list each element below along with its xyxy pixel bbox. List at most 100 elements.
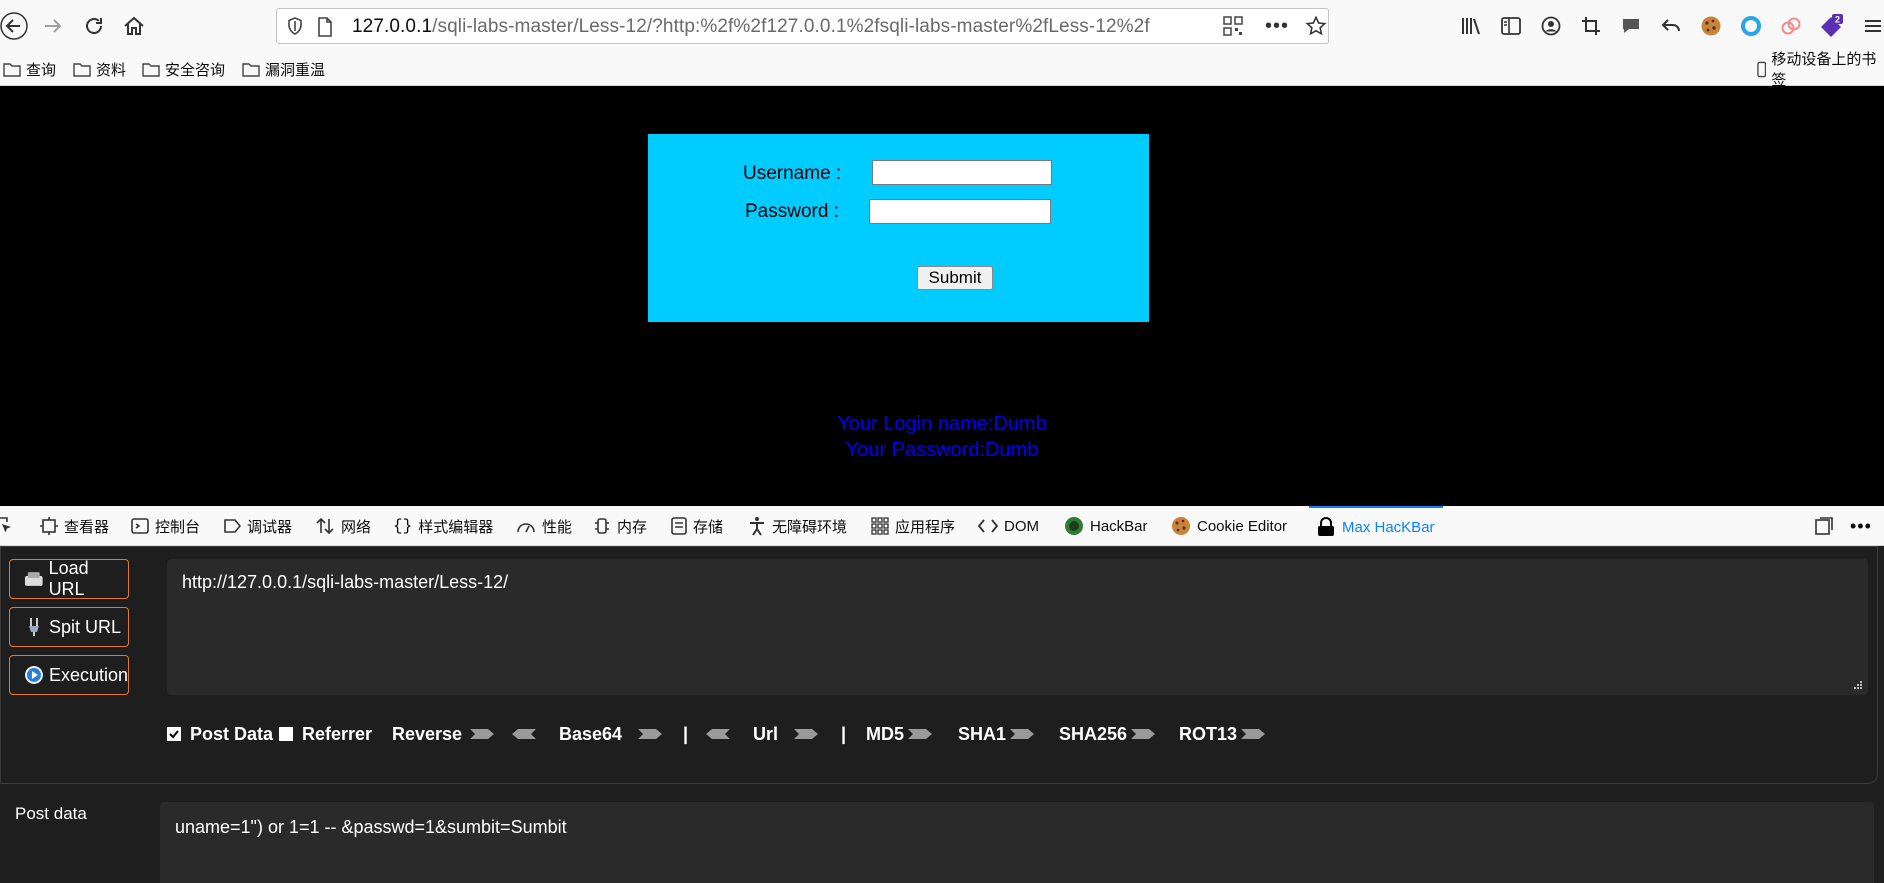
cookie-icon[interactable] <box>1697 12 1725 40</box>
undo-icon[interactable] <box>1657 12 1685 40</box>
url-label: Url <box>753 723 779 744</box>
library-icon[interactable] <box>1458 12 1486 40</box>
devtools-more-icon[interactable]: ••• <box>1850 506 1872 546</box>
picker-icon <box>0 517 11 533</box>
password-input[interactable] <box>869 199 1051 224</box>
forward-arrow-icon <box>45 19 62 33</box>
url-decode-option[interactable] <box>704 723 732 745</box>
checkmark-icon <box>169 730 179 739</box>
tab-network[interactable]: 网络 <box>315 506 371 546</box>
bookmark-folder-query[interactable]: 查询 <box>3 58 56 80</box>
base64-decode-option[interactable] <box>510 723 538 745</box>
dock-toggle-button[interactable] <box>1814 506 1840 546</box>
sha256-option[interactable]: SHA256 <box>1059 723 1157 745</box>
execution-button[interactable]: Execution <box>9 655 129 695</box>
submit-button[interactable]: Submit <box>917 266 993 290</box>
url-bar[interactable]: 127.0.0.1/sqli-labs-master/Less-12/?http… <box>276 8 1329 44</box>
debugger-icon <box>224 519 241 533</box>
bookmark-label: 查询 <box>26 61 57 79</box>
load-url-button[interactable]: Load URL <box>9 558 129 599</box>
back-button[interactable] <box>0 8 32 44</box>
sha1-label: SHA1 <box>958 723 1007 744</box>
code-brackets-icon <box>978 519 998 533</box>
referrer-toggle[interactable]: Referrer <box>279 723 372 745</box>
tab-label: Max HacKBar <box>1342 518 1435 536</box>
link-circles-icon[interactable] <box>1777 12 1805 40</box>
tab-max-hackbar[interactable]: Max HacKBar <box>1309 506 1443 546</box>
element-picker-button[interactable] <box>0 506 20 546</box>
bookmark-folder-materials[interactable]: 资料 <box>73 58 126 80</box>
tab-cookie-editor[interactable]: Cookie Editor <box>1171 506 1287 546</box>
separator: | <box>841 723 847 744</box>
mobile-icon <box>1757 61 1767 77</box>
encode-arrow-icon <box>1131 729 1156 739</box>
sidebar-icon[interactable] <box>1497 12 1525 40</box>
url-path: /sqli-labs-master/Less-12/?http:%2f%2f12… <box>432 16 1150 37</box>
password-result: Your Password:Dumb <box>845 439 1039 461</box>
shield-icon <box>288 17 302 35</box>
url-option[interactable]: Url <box>753 723 820 745</box>
url-textarea[interactable]: http://127.0.0.1/sqli-labs-master/Less-1… <box>167 559 1868 695</box>
rot13-option[interactable]: ROT13 <box>1179 723 1267 745</box>
reload-button[interactable] <box>76 8 112 44</box>
md5-option[interactable]: MD5 <box>866 723 934 745</box>
post-data-textarea[interactable]: uname=1") or 1=1 -- &passwd=1&sumbit=Sum… <box>160 802 1874 883</box>
page-actions-icon[interactable]: ••• <box>1265 15 1289 38</box>
reverse-option[interactable]: Reverse <box>392 723 496 745</box>
sha1-option[interactable]: SHA1 <box>958 723 1036 745</box>
extension-badge-icon[interactable]: 2 <box>1817 12 1845 40</box>
menu-icon[interactable] <box>1858 12 1884 40</box>
tab-hackbar[interactable]: HackBar <box>1064 506 1148 546</box>
forward-button[interactable] <box>35 8 71 44</box>
bookmark-label: 漏洞重温 <box>265 61 326 79</box>
account-icon[interactable] <box>1537 12 1565 40</box>
base64-option[interactable]: Base64 <box>559 723 664 745</box>
tab-accessibility[interactable]: 无障碍环境 <box>748 506 847 546</box>
tab-application[interactable]: 应用程序 <box>871 506 955 546</box>
reverse-label: Reverse <box>392 723 463 744</box>
grid-icon <box>871 517 889 535</box>
extension-badge-count: 2 <box>1835 15 1840 25</box>
tab-label: 性能 <box>542 518 573 536</box>
tab-storage[interactable]: 存储 <box>671 506 723 546</box>
tab-performance[interactable]: 性能 <box>516 506 572 546</box>
console-icon <box>131 518 149 534</box>
split-icon <box>29 618 39 636</box>
crop-icon[interactable] <box>1577 12 1605 40</box>
tab-style-editor[interactable]: {} 样式编辑器 <box>393 506 493 546</box>
encode-arrow-icon <box>908 729 933 739</box>
split-url-button[interactable]: Spit URL <box>9 607 129 647</box>
tab-debugger[interactable]: 调试器 <box>223 506 292 546</box>
page-icon <box>318 17 332 37</box>
md5-label: MD5 <box>866 723 905 744</box>
chat-icon[interactable] <box>1617 12 1645 40</box>
tab-label: 应用程序 <box>895 518 956 536</box>
mobile-bookmarks[interactable]: 移动设备上的书签 <box>1757 51 1884 89</box>
username-input[interactable] <box>872 160 1052 185</box>
tab-dom[interactable]: DOM <box>978 506 1039 546</box>
tab-inspector[interactable]: 查看器 <box>40 506 109 546</box>
resize-grip-icon[interactable] <box>1853 680 1863 690</box>
tab-label: 网络 <box>341 518 372 536</box>
folder-icon <box>242 62 260 77</box>
bookmark-folder-vulns[interactable]: 漏洞重温 <box>242 58 325 80</box>
url-host: 127.0.0.1 <box>352 16 433 37</box>
proxy-ring-icon[interactable] <box>1737 12 1765 40</box>
browser-toolbar: 127.0.0.1/sqli-labs-master/Less-12/?http… <box>0 0 1884 52</box>
tab-console[interactable]: 控制台 <box>131 506 200 546</box>
tab-label: Cookie Editor <box>1197 517 1288 535</box>
referrer-checkbox[interactable] <box>279 727 293 741</box>
tab-memory[interactable]: 内存 <box>593 506 647 546</box>
folder-icon <box>3 62 21 77</box>
bookmark-folder-security[interactable]: 安全咨询 <box>142 58 225 80</box>
qr-code-icon[interactable] <box>1223 16 1243 36</box>
tab-label: 样式编辑器 <box>418 518 494 536</box>
tab-label: DOM <box>1004 517 1039 535</box>
home-button[interactable] <box>116 8 152 44</box>
max-hackbar-panel: Load URL Spit URL Execution http://127.0… <box>0 546 1884 883</box>
post-data-checkbox[interactable] <box>167 727 181 741</box>
post-data-toggle[interactable]: Post Data <box>167 723 273 745</box>
bookmark-star-icon[interactable] <box>1305 15 1327 37</box>
home-icon <box>124 16 144 35</box>
url-text[interactable]: 127.0.0.1/sqli-labs-master/Less-12/?http… <box>352 16 1150 38</box>
